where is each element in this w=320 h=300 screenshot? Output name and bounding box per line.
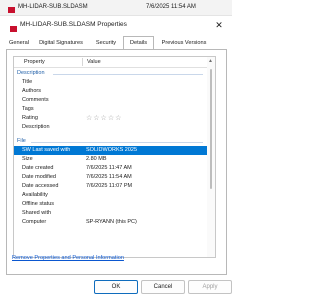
group-divider	[53, 74, 203, 75]
close-icon[interactable]: ✕	[212, 16, 226, 34]
property-row-description[interactable]: Description	[14, 123, 207, 132]
property-name: Date accessed	[22, 183, 59, 189]
property-value: 7/6/2025 11:54 AM	[86, 174, 132, 180]
property-row-offline-status[interactable]: Offline status	[14, 200, 207, 209]
tab-strip: General Digital Signatures Security Deta…	[6, 36, 226, 49]
property-name: Rating	[22, 115, 38, 121]
group-divider	[31, 142, 203, 143]
file-date: 7/6/2025 11:54 AM	[146, 4, 196, 10]
property-name: Date modified	[22, 174, 56, 180]
property-name: Comments	[22, 97, 49, 103]
tab-digital-signatures[interactable]: Digital Signatures	[34, 37, 88, 49]
apply-button[interactable]: Apply	[188, 280, 232, 294]
property-row-tags[interactable]: Tags	[14, 105, 207, 114]
property-name: Availability	[22, 192, 48, 198]
property-name: Shared with	[22, 210, 52, 216]
cancel-button[interactable]: Cancel	[141, 280, 185, 294]
property-row-authors[interactable]: Authors	[14, 87, 207, 96]
group-label: File	[17, 138, 26, 144]
property-name: Date created	[22, 165, 54, 171]
property-value: SP-RYANN (this PC)	[86, 219, 137, 225]
property-row-size[interactable]: Size 2.80 MB	[14, 155, 207, 164]
properties-list[interactable]: Property Value Description Title Authors…	[13, 56, 216, 258]
property-name: Title	[22, 79, 33, 85]
property-value: SOLIDWORKS 2025	[86, 147, 138, 153]
property-row-title[interactable]: Title	[14, 78, 207, 87]
property-row-date-created[interactable]: Date created 7/6/2025 11:47 AM	[14, 164, 207, 173]
file-list-row[interactable]: MH-LIDAR-SUB.SLDASM 7/6/2025 11:54 AM	[0, 0, 232, 16]
property-value: 2.80 MB	[86, 156, 107, 162]
column-header-value[interactable]: Value	[87, 57, 101, 67]
property-name: Tags	[22, 106, 34, 112]
group-label: Description	[17, 70, 45, 76]
property-name: Offline status	[22, 201, 54, 207]
tab-details[interactable]: Details	[123, 36, 154, 49]
property-name: Authors	[22, 88, 41, 94]
property-row-date-accessed[interactable]: Date accessed 7/6/2025 11:07 PM	[14, 182, 207, 191]
remove-properties-link[interactable]: Remove Properties and Personal Informati…	[12, 255, 124, 261]
property-row-availability[interactable]: Availability	[14, 191, 207, 200]
property-value: 7/6/2025 11:07 PM	[86, 183, 133, 189]
tab-previous-versions[interactable]: Previous Versions	[156, 37, 212, 49]
list-header: Property Value	[14, 57, 207, 68]
property-row-date-modified[interactable]: Date modified 7/6/2025 11:54 AM	[14, 173, 207, 182]
file-name: MH-LIDAR-SUB.SLDASM	[18, 4, 88, 10]
scroll-up-arrow-icon[interactable]: ▲	[208, 58, 213, 64]
details-panel: Property Value Description Title Authors…	[6, 49, 227, 275]
tab-security[interactable]: Security	[91, 37, 121, 49]
rating-stars-icon[interactable]: ☆☆☆☆☆	[86, 114, 122, 123]
property-row-computer[interactable]: Computer SP-RYANN (this PC)	[14, 218, 207, 227]
group-header-description: Description	[17, 69, 205, 78]
property-row-shared-with[interactable]: Shared with	[14, 209, 207, 218]
dialog-title: MH-LIDAR-SUB.SLDASM Properties	[20, 21, 127, 28]
column-header-property[interactable]: Property	[24, 57, 45, 67]
property-row-rating[interactable]: Rating ☆☆☆☆☆	[14, 114, 207, 123]
property-name: Description	[22, 124, 50, 130]
property-name: SW Last saved with	[22, 147, 71, 153]
scroll-thumb[interactable]	[210, 69, 212, 189]
group-header-file: File	[17, 137, 205, 146]
property-name: Size	[22, 156, 33, 162]
property-row-comments[interactable]: Comments	[14, 96, 207, 105]
property-row-sw-last-saved-with[interactable]: SW Last saved with SOLIDWORKS 2025	[14, 146, 207, 155]
property-value: 7/6/2025 11:47 AM	[86, 165, 132, 171]
ok-button[interactable]: OK	[94, 280, 138, 294]
vertical-scrollbar[interactable]: ▲	[207, 57, 215, 257]
tab-general[interactable]: General	[6, 37, 32, 49]
column-divider[interactable]	[82, 58, 83, 66]
property-name: Computer	[22, 219, 47, 225]
dialog-titlebar: MH-LIDAR-SUB.SLDASM Properties ✕	[0, 16, 232, 34]
